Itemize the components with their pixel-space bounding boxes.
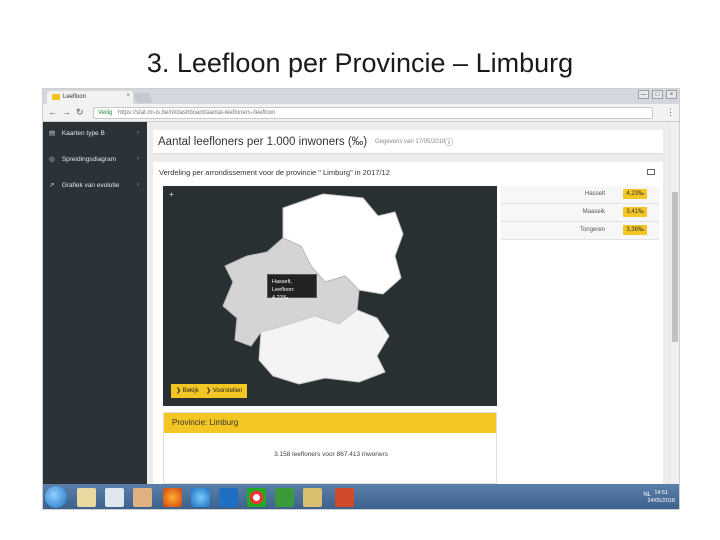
clock-time: 14:51 xyxy=(654,490,669,496)
forward-icon[interactable]: → xyxy=(62,107,71,117)
address-bar: ← → ↻ Veilig https://stat.mi-is.be/nl/da… xyxy=(43,104,679,122)
table-cell-value: 3,36‰ xyxy=(623,225,647,235)
data-date: Gegevens van 17/05/2018 xyxy=(375,139,446,145)
distribution-panel: Verdeling per arrondissement voor de pro… xyxy=(153,162,663,484)
slide-title: 3. Leefloon per Provincie – Limburg xyxy=(146,48,574,78)
table-row[interactable]: Maaseik 3,41‰ xyxy=(501,204,659,222)
powerpoint-icon[interactable] xyxy=(335,488,354,507)
info-icon[interactable]: ⓘ xyxy=(445,137,453,148)
province-summary: 3.158 leefloners voor 867.413 inwoners xyxy=(274,451,388,458)
province-card: Provincie: Limburg 3.158 leefloners voor… xyxy=(163,412,497,484)
province-map[interactable]: + Hasselt, Leefloon: 4,23‰ ❯ Bekijk ❯ Vo… xyxy=(163,186,497,406)
scrollbar[interactable] xyxy=(671,122,679,484)
province-header: Provincie: Limburg xyxy=(164,413,496,433)
main-content: Aantal leefloners per 1.000 inwoners (‰)… xyxy=(147,122,679,484)
scroll-thumb[interactable] xyxy=(672,192,678,342)
tab-label: Leefloon xyxy=(63,94,87,100)
minimize-button[interactable]: — xyxy=(638,90,649,99)
folder-icon xyxy=(52,94,60,100)
map-svg xyxy=(222,193,404,385)
close-window-button[interactable]: × xyxy=(666,90,677,99)
outlook-icon[interactable] xyxy=(219,488,238,507)
clock[interactable]: 14:51 24/05/2018 xyxy=(647,489,675,505)
sidebar-item-label: Kaarten type B xyxy=(61,130,105,137)
chevron-right-icon: › xyxy=(136,129,139,136)
table-row[interactable]: Tongeren 3,36‰ xyxy=(501,222,659,240)
table-row[interactable]: Hasselt 4,23‰ xyxy=(501,186,659,204)
panel-title: Verdeling per arrondissement voor de pro… xyxy=(159,168,390,177)
screenshot: Leefloon × — □ × ← → ↻ Veilig https://st… xyxy=(42,88,680,510)
tooltip-value: Leefloon: 4,23‰ xyxy=(272,287,295,301)
maximize-button[interactable]: □ xyxy=(652,90,663,99)
table-cell-value: 3,41‰ xyxy=(623,207,647,217)
page-header: Aantal leefloners per 1.000 inwoners (‰)… xyxy=(153,130,663,154)
back-icon[interactable]: ← xyxy=(48,107,57,117)
start-button[interactable] xyxy=(45,486,67,508)
arrondissement-table: Hasselt 4,23‰ Maaseik 3,41‰ Tongeren 3,3… xyxy=(501,186,659,242)
explorer-icon[interactable] xyxy=(77,488,96,507)
table-cell-name: Tongeren xyxy=(579,227,605,233)
export-icon[interactable] xyxy=(647,169,655,175)
media-player-icon[interactable] xyxy=(133,488,152,507)
sidebar-item-grafiek[interactable]: ↗ Grafiek van evolutie › xyxy=(43,174,147,200)
url-text: https://stat.mi-is.be/nl/dashboard/aanta… xyxy=(118,110,276,116)
line-chart-icon: ↗ xyxy=(49,182,55,189)
firefox-icon[interactable] xyxy=(163,488,182,507)
map-tooltip: Hasselt, Leefloon: 4,23‰ xyxy=(267,274,317,301)
reload-icon[interactable]: ↻ xyxy=(76,107,84,118)
app-icon[interactable] xyxy=(303,488,322,507)
sidebar-item-spreidingsdiagram[interactable]: ◎ Spreidingsdiagram › xyxy=(43,148,147,174)
browser-tab[interactable]: Leefloon × xyxy=(47,91,133,104)
sidebar-item-label: Spreidingsdiagram xyxy=(61,156,117,163)
zoom-in-button[interactable]: + xyxy=(169,190,174,199)
chrome-icon[interactable] xyxy=(247,488,266,507)
table-cell-name: Hasselt xyxy=(584,191,605,197)
table-cell-value: 4,23‰ xyxy=(623,189,647,199)
map-icon: ▤ xyxy=(49,130,56,137)
page-title: Aantal leefloners per 1.000 inwoners (‰) xyxy=(158,136,368,148)
close-icon[interactable]: × xyxy=(126,93,130,99)
chevron-right-icon: › xyxy=(136,181,139,188)
window-controls: — □ × xyxy=(638,90,677,99)
taskbar: NL 14:51 24/05/2018 xyxy=(43,484,679,509)
tooltip-region: Hasselt, xyxy=(272,279,292,285)
table-cell-name: Maaseik xyxy=(582,209,605,215)
tab-bar: Leefloon × — □ × xyxy=(43,89,679,104)
sidebar-item-kaarten[interactable]: ▤ Kaarten type B › xyxy=(43,122,147,148)
new-tab-button[interactable] xyxy=(133,93,153,103)
sidebar-item-label: Grafiek van evolutie xyxy=(61,182,120,189)
security-icon[interactable] xyxy=(275,488,294,507)
scatter-icon: ◎ xyxy=(49,156,55,163)
url-input[interactable]: Veilig https://stat.mi-is.be/nl/dashboar… xyxy=(93,107,653,119)
bekijk-button[interactable]: ❯ Bekijk xyxy=(171,384,204,398)
menu-icon[interactable]: ⋮ xyxy=(666,107,675,118)
secure-label: Veilig xyxy=(98,110,113,116)
sidebar: ▤ Kaarten type B › ◎ Spreidingsdiagram ›… xyxy=(43,122,147,484)
chevron-right-icon: › xyxy=(136,155,139,162)
internet-explorer-icon[interactable] xyxy=(191,488,210,507)
clock-date: 24/05/2018 xyxy=(647,498,675,504)
notepad-icon[interactable] xyxy=(105,488,124,507)
voorstellen-button[interactable]: ❯ Voorstellen xyxy=(201,384,248,398)
